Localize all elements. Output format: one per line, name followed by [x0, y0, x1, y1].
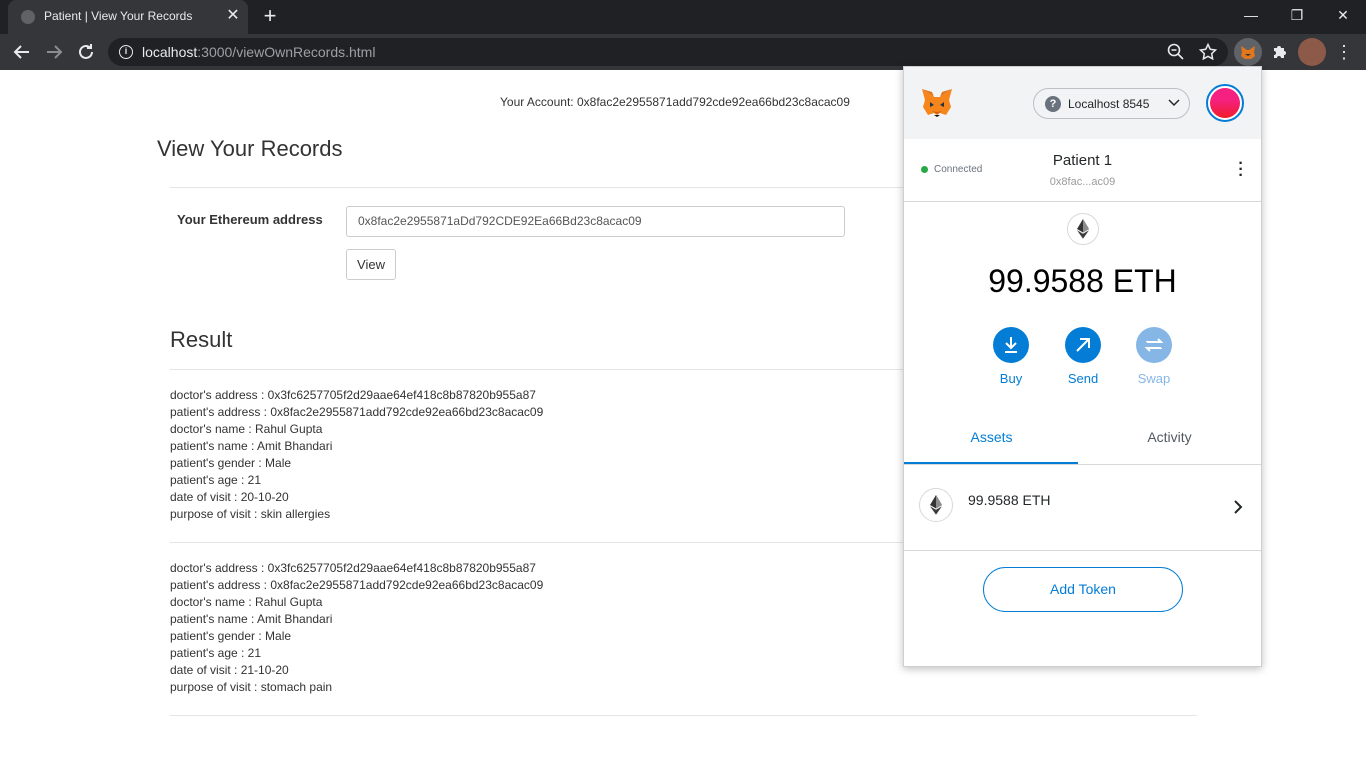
result-title: Result [170, 327, 233, 352]
metamask-extension-icon[interactable] [1234, 38, 1262, 66]
url-text: localhost:3000/viewOwnRecords.html [142, 44, 376, 60]
chevron-right-icon [1234, 500, 1243, 514]
divider [904, 464, 1261, 465]
ethereum-address-input[interactable]: 0x8fac2e2955871aDd792CDE92Ea66Bd23c8acac… [346, 206, 845, 237]
account-name[interactable]: Patient 1 [904, 152, 1261, 169]
metamask-fox-icon[interactable] [920, 87, 954, 119]
address-bar[interactable]: i localhost:3000/viewOwnRecords.html [108, 38, 1228, 66]
patient-gender: patient's gender : Male [170, 629, 292, 643]
doctor-name: doctor's name : Rahul Gupta [170, 422, 323, 436]
network-selector[interactable]: ? Localhost 8545 [1033, 88, 1190, 119]
patient-gender: patient's gender : Male [170, 456, 292, 470]
purpose-of-visit: purpose of visit : stomach pain [170, 680, 333, 694]
tab-close-icon[interactable]: ✕ [224, 6, 242, 26]
zoom-icon[interactable] [1166, 42, 1186, 62]
tab-activity[interactable]: Activity [1082, 422, 1257, 465]
view-button[interactable]: View [346, 249, 396, 280]
browser-menu-icon[interactable]: ⋮ [1330, 38, 1358, 66]
account-address: 0x8fac2e2955871add792cde92ea66bd23c8acac… [576, 95, 850, 109]
patient-name: patient's name : Amit Bhandari [170, 439, 333, 453]
account-avatar[interactable] [1206, 84, 1244, 122]
back-arrow-icon[interactable] [10, 40, 34, 64]
account-short-address[interactable]: 0x8fac...ac09 [904, 176, 1261, 188]
patient-name: patient's name : Amit Bhandari [170, 612, 333, 626]
network-name: Localhost 8545 [1068, 97, 1150, 111]
swap-button[interactable]: Swap [1128, 327, 1180, 386]
asset-amount: 99.9588 ETH [968, 492, 1051, 508]
buy-button[interactable]: Buy [985, 327, 1037, 386]
metamask-header: ? Localhost 8545 [904, 67, 1261, 139]
download-icon [993, 327, 1029, 363]
buy-label: Buy [999, 371, 1023, 386]
patient-address: patient's address : 0x8fac2e2955871add79… [170, 578, 544, 592]
reload-icon[interactable] [74, 40, 98, 64]
doctor-address: doctor's address : 0x3fc6257705f2d29aae6… [170, 388, 536, 402]
window-close-button[interactable]: ✕ [1320, 0, 1366, 30]
swap-icon [1136, 327, 1172, 363]
extensions-puzzle-icon[interactable] [1265, 38, 1293, 66]
new-tab-button[interactable]: + [258, 4, 282, 28]
ethereum-icon [1067, 213, 1099, 245]
asset-list-item[interactable]: 99.9588 ETH [904, 466, 1261, 550]
profile-avatar[interactable] [1298, 38, 1326, 66]
metamask-popup: ? Localhost 8545 Connected Patient 1 0x8… [903, 66, 1262, 667]
record-item: doctor's address : 0x3fc6257705f2d29aae6… [170, 387, 543, 523]
doctor-address: doctor's address : 0x3fc6257705f2d29aae6… [170, 561, 536, 575]
chevron-down-icon [1168, 99, 1180, 107]
account-line: Your Account: 0x8fac2e2955871add792cde92… [500, 95, 850, 109]
record-item: doctor's address : 0x3fc6257705f2d29aae6… [170, 560, 543, 696]
ethereum-address-label: Your Ethereum address [177, 212, 323, 227]
minimize-button[interactable]: — [1228, 0, 1274, 30]
divider [904, 201, 1261, 202]
send-arrow-icon [1065, 327, 1101, 363]
bookmark-star-icon[interactable] [1198, 42, 1218, 62]
ethereum-icon [919, 488, 953, 522]
account-options-icon[interactable]: · · · [1236, 156, 1246, 184]
date-of-visit: date of visit : 20-10-20 [170, 490, 289, 504]
tab-title: Patient | View Your Records [44, 9, 193, 23]
browser-tab[interactable]: Patient | View Your Records ✕ [8, 0, 248, 34]
browser-toolbar: i localhost:3000/viewOwnRecords.html ⋮ [0, 34, 1366, 70]
question-mark-icon: ? [1045, 96, 1061, 112]
swap-label: Swap [1137, 371, 1171, 386]
add-token-button[interactable]: Add Token [983, 567, 1183, 612]
send-label: Send [1067, 371, 1099, 386]
info-icon[interactable]: i [119, 45, 133, 59]
send-button[interactable]: Send [1057, 327, 1109, 386]
date-of-visit: date of visit : 21-10-20 [170, 663, 289, 677]
eth-balance: 99.9588 ETH [988, 263, 1177, 299]
page-title: View Your Records [157, 136, 343, 161]
patient-address: patient's address : 0x8fac2e2955871add79… [170, 405, 544, 419]
patient-age: patient's age : 21 [170, 473, 262, 487]
account-label: Your Account: [500, 95, 574, 109]
purpose-of-visit: purpose of visit : skin allergies [170, 507, 331, 521]
browser-tab-bar: Patient | View Your Records ✕ + — ❐ ✕ [0, 0, 1366, 34]
tab-assets[interactable]: Assets [904, 422, 1079, 465]
divider [904, 550, 1261, 551]
globe-icon [21, 10, 35, 24]
forward-arrow-icon[interactable] [42, 40, 66, 64]
restore-button[interactable]: ❐ [1274, 0, 1320, 30]
divider [170, 715, 1197, 716]
patient-age: patient's age : 21 [170, 646, 262, 660]
doctor-name: doctor's name : Rahul Gupta [170, 595, 323, 609]
